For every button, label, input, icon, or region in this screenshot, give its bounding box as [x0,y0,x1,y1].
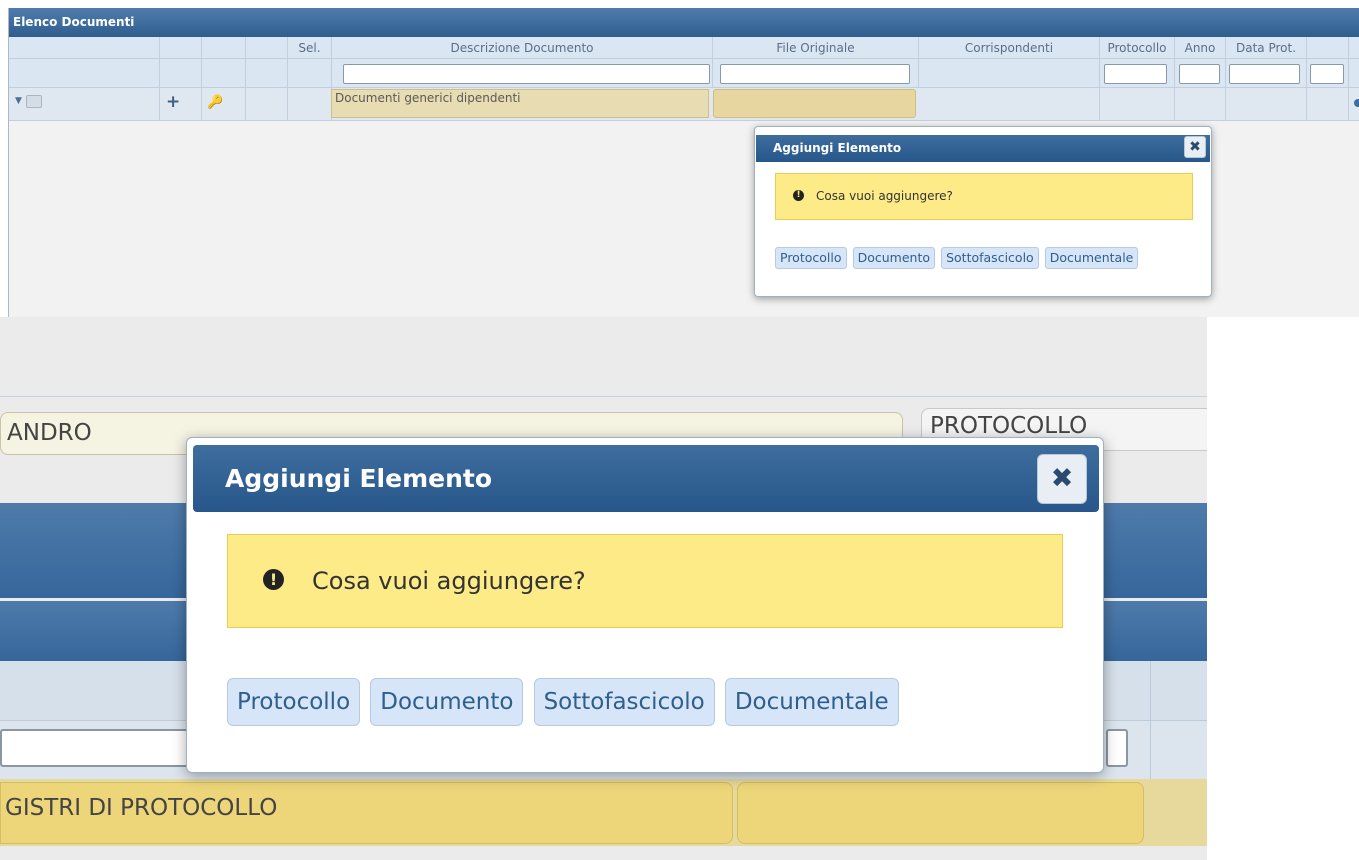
dialog-title: Aggiungi Elemento ✖ [756,135,1210,162]
col-header-edit[interactable] [202,37,246,58]
dialog-buttons: Protocollo Documento Sottofascicolo Docu… [227,678,904,726]
dialog-title-text: Aggiungi Elemento [773,141,902,155]
filter-cell [160,59,202,87]
close-icon[interactable]: ✖ [1184,136,1206,158]
col-header-correspondents[interactable]: Corrispondenti [919,37,1100,58]
background-field-left-text: ANDRO [7,420,92,446]
protocollo-button[interactable]: Protocollo [775,247,847,269]
alert-icon: ! [793,190,804,201]
folder-icon [26,95,42,108]
background-row-text: GISTRI DI PROTOCOLLO [5,795,278,821]
grid-filter-row [9,59,1359,88]
filter-prot-date-input[interactable] [1229,64,1300,84]
dialog-title-text: Aggiungi Elemento [225,464,493,493]
col-header-prot-date[interactable]: Data Prot. [1226,37,1307,58]
sottofascicolo-button[interactable]: Sottofascicolo [533,678,715,726]
background-row-cell: GISTRI DI PROTOCOLLO [0,782,733,844]
col-header-description[interactable]: Descrizione Documento [332,37,713,58]
row-cell [288,88,332,120]
row-file-cell[interactable] [713,89,916,118]
documents-grid: Sel. Descrizione Documento File Original… [9,37,1359,121]
divider [1150,661,1151,781]
dialog-message-text: Cosa vuoi aggiungere? [312,567,586,595]
col-header-protocol[interactable]: Protocollo [1100,37,1175,58]
background-filter-input [1106,729,1128,767]
filter-file-input[interactable] [720,64,910,84]
table-row[interactable]: ▼ + 🔑 Documenti generici dipendenti [9,88,1359,121]
divider [0,396,1207,397]
col-header-tree[interactable] [9,37,160,58]
col-header-sel[interactable]: Sel. [288,37,332,58]
alert-icon: ! [263,568,284,590]
add-element-dialog-zoomed: Aggiungi Elemento ✖ ! Cosa vuoi aggiunger… [186,437,1104,773]
panel-title: Elenco Documenti [9,8,1359,37]
row-description-cell[interactable]: Documenti generici dipendenti [331,89,709,118]
row-cell [1100,88,1175,120]
key-icon[interactable]: 🔑 [207,95,223,110]
row-cell [1175,88,1226,120]
screenshot-root: Elenco Documenti Sel. Descrizione Docume… [0,0,1359,860]
filter-cell [202,59,246,87]
filter-cell [919,59,1100,87]
filter-cell [288,59,332,87]
dialog-message: ! Cosa vuoi aggiungere? [775,173,1193,220]
dialog-title: Aggiungi Elemento ✖ [193,445,1099,512]
dialog-message-text: Cosa vuoi aggiungere? [816,189,953,203]
background-field-right-text: PROTOCOLLO [930,413,1088,439]
row-cell [1226,88,1307,120]
documentale-button[interactable]: Documentale [724,678,899,726]
row-cell [919,88,1100,120]
row-cell [246,88,288,120]
documento-button[interactable]: Documento [370,678,524,726]
col-header-year[interactable]: Anno [1175,37,1226,58]
documento-button[interactable]: Documento [852,247,935,269]
filter-year-input[interactable] [1179,64,1220,84]
col-header-extra[interactable] [1307,37,1349,58]
grid-header-row: Sel. Descrizione Documento File Original… [9,37,1359,59]
col-header-add[interactable] [160,37,202,58]
dialog-buttons: Protocollo Documento Sottofascicolo Docu… [775,247,1139,269]
filter-cell [9,59,160,87]
add-element-button[interactable]: + [166,92,180,112]
expand-toggle-icon[interactable]: ▼ [15,96,22,106]
sottofascicolo-button[interactable]: Sottofascicolo [941,247,1039,269]
filter-extra-input[interactable] [1310,64,1344,84]
col-header-file[interactable]: File Originale [713,37,919,58]
background-row-cell [737,782,1144,844]
close-icon[interactable]: ✖ [1037,454,1087,504]
dialog-message: ! Cosa vuoi aggiungere? [227,534,1063,628]
protocollo-button[interactable]: Protocollo [227,678,361,726]
filter-protocol-input[interactable] [1104,64,1167,84]
row-cell [1307,88,1349,120]
add-element-dialog: Aggiungi Elemento ✖ ! Cosa vuoi aggiunger… [754,126,1212,297]
col-header-blank[interactable] [246,37,288,58]
scroll-indicator[interactable] [1354,99,1359,107]
filter-description-input[interactable] [343,64,710,84]
filter-cell [246,59,288,87]
documentale-button[interactable]: Documentale [1044,247,1139,269]
documents-panel: Elenco Documenti Sel. Descrizione Docume… [8,8,1359,317]
